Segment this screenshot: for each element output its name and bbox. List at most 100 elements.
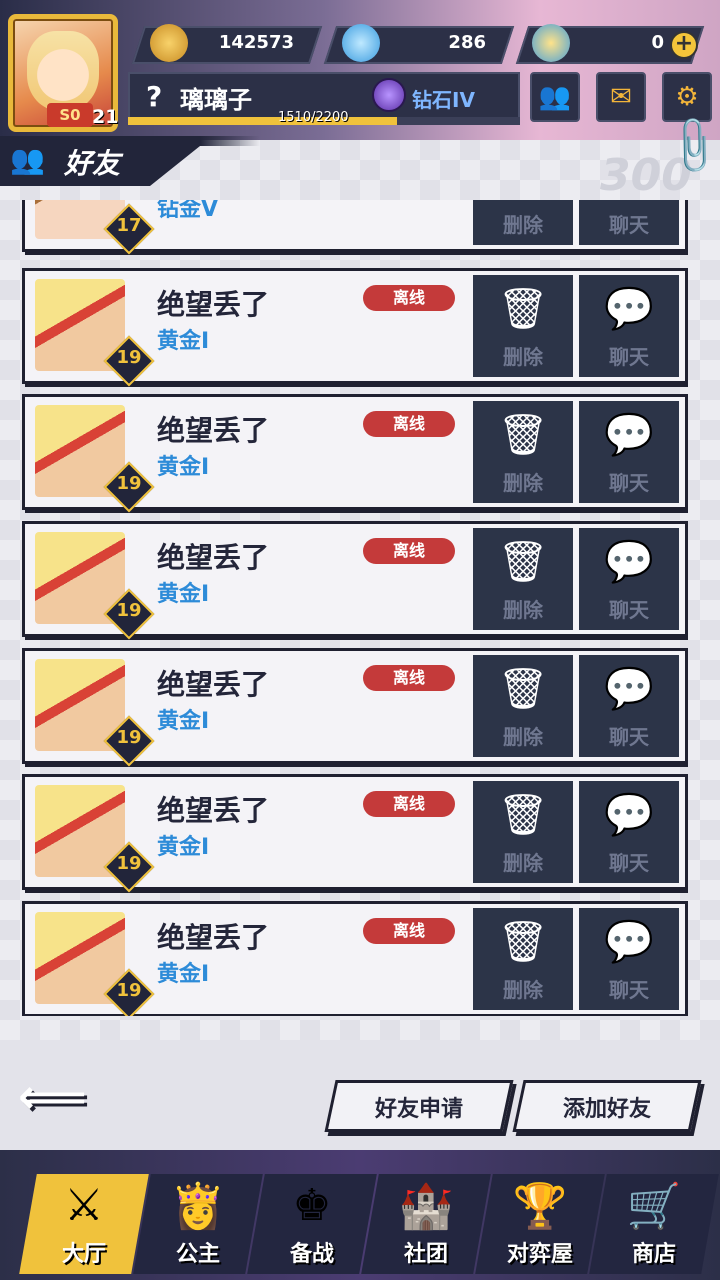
delete-friend-button[interactable]: 🗑删除 xyxy=(473,200,573,245)
friend-card[interactable]: 19 绝望丢了黄金I 离线 🗑 删除 💬 聊天 xyxy=(22,394,688,513)
chat-icon: 💬 xyxy=(604,286,654,332)
delete-label: 删除 xyxy=(503,978,543,1002)
friend-level: 19 xyxy=(116,473,142,494)
chat-button[interactable]: 💬聊天 xyxy=(579,401,679,503)
chat-label: 聊天 xyxy=(609,213,649,237)
friend-card[interactable]: 19 绝望丢了 黄金I 离线 🗑 删除 💬 聊天 xyxy=(22,774,688,893)
chat-label: 聊天 xyxy=(609,598,649,622)
chat-button[interactable]: 💬 聊天 xyxy=(579,781,679,883)
friend-rank: 黄金I xyxy=(157,962,210,987)
special-value: 0 xyxy=(651,32,664,53)
trash-icon: 🗑 xyxy=(497,286,549,332)
friend-level: 19 xyxy=(116,600,142,621)
chess-icon: ♚ xyxy=(292,1180,332,1231)
delete-label: 删除 xyxy=(503,851,543,875)
chat-label: 聊天 xyxy=(609,725,649,749)
friend-rank: 黄金I xyxy=(157,835,210,860)
delete-label: 删除 xyxy=(503,725,543,749)
mail-button[interactable]: ✉ xyxy=(596,72,646,122)
friend-card[interactable]: 19 绝望丢了黄金I 离线 🗑 删除 💬 聊天 xyxy=(22,648,688,767)
friend-list[interactable]: 17钻金V🗑删除💬聊天19绝望丢了黄金I离线🗑删除💬聊天19绝望丢了黄金I离线🗑… xyxy=(22,200,688,1016)
delete-label: 删除 xyxy=(503,213,543,237)
lobby-icon: ⚔ xyxy=(64,1180,104,1231)
friend-name: 绝望丢了 xyxy=(157,414,270,447)
help-icon[interactable]: ? xyxy=(146,80,162,113)
friend-name: 绝望丢了 xyxy=(157,288,270,321)
delete-label: 删除 xyxy=(503,471,543,495)
add-friend-label: 添加好友 xyxy=(562,1097,651,1122)
shop-icon: 🛒 xyxy=(626,1181,682,1232)
friends-section-icon: 👥 xyxy=(10,143,45,176)
trash-icon: 🗑 xyxy=(497,919,549,965)
status-badge: 离线 xyxy=(363,791,455,817)
chat-icon: 💬 xyxy=(604,792,654,838)
chat-label: 聊天 xyxy=(609,345,649,369)
friend-level: 19 xyxy=(116,727,142,748)
chat-button[interactable]: 💬 聊天 xyxy=(579,528,679,630)
friends-button[interactable]: 👥 xyxy=(530,72,580,122)
arena-icon: 🏆 xyxy=(512,1181,568,1232)
status-badge: 离线 xyxy=(363,538,455,564)
chat-button[interactable]: 💬 聊天 xyxy=(579,275,679,377)
delete-friend-button[interactable]: 🗑 删除 xyxy=(473,401,573,503)
nav-label: 备战 xyxy=(289,1242,334,1267)
delete-friend-button[interactable]: 🗑 删除 xyxy=(473,781,573,883)
friend-card[interactable]: 19 绝望丢了黄金I 离线 🗑 删除 💬 聊天 xyxy=(22,521,688,640)
friend-name: 绝望丢了 xyxy=(157,668,270,701)
special-coin-icon xyxy=(532,24,570,62)
chat-button[interactable]: 💬聊天 xyxy=(579,908,679,1010)
friend-card[interactable]: 17 钻金V 🗑删除💬聊天 xyxy=(22,200,688,255)
friend-name: 绝望丢了 xyxy=(157,794,270,827)
mail-icon: ✉ xyxy=(610,82,632,112)
chat-label: 聊天 xyxy=(609,471,649,495)
diamond-value: 286 xyxy=(448,32,486,53)
princess-icon: 👸 xyxy=(170,1181,226,1232)
avatar-portrait xyxy=(27,31,99,111)
delete-friend-button[interactable]: 🗑 删除 xyxy=(473,528,573,630)
friend-rank: 黄金I xyxy=(157,582,210,607)
friend-level: 19 xyxy=(116,347,142,368)
chat-label: 聊天 xyxy=(609,851,649,875)
chat-button[interactable]: 💬聊天 xyxy=(579,200,679,245)
gold-coin-icon xyxy=(150,24,188,62)
chat-icon: 💬 xyxy=(604,666,654,712)
page-title: 好友 xyxy=(64,147,121,180)
avatar-season-badge: S0 xyxy=(47,103,93,127)
delete-friend-button[interactable]: 🗑删除 xyxy=(473,275,573,377)
friend-name: 绝望丢了 xyxy=(157,541,270,574)
trash-icon: 🗑 xyxy=(497,792,549,838)
status-badge: 离线 xyxy=(363,411,455,437)
nav-label: 商店 xyxy=(631,1242,676,1267)
chat-icon: 💬 xyxy=(604,919,654,965)
xp-text: 1510/2200 xyxy=(278,110,349,125)
status-badge: 离线 xyxy=(363,285,455,311)
back-button[interactable]: ⟸ xyxy=(18,1070,138,1124)
delete-friend-button[interactable]: 🗑 删除 xyxy=(473,908,573,1010)
nav-label: 对弈屋 xyxy=(506,1242,573,1267)
friends-icon: 👥 xyxy=(538,82,572,112)
chat-icon: 💬 xyxy=(604,539,654,585)
friend-card[interactable]: 19 绝望丢了 黄金I 离线 🗑 删除 💬 聊天 xyxy=(22,901,688,1016)
diamond-icon xyxy=(342,24,380,62)
friend-rank: 黄金I xyxy=(157,329,210,354)
trash-icon: 🗑 xyxy=(497,412,549,458)
friend-rank: 钻金V xyxy=(157,200,219,222)
status-badge: 离线 xyxy=(363,665,455,691)
add-currency-button[interactable]: + xyxy=(670,31,698,59)
friend-level: 19 xyxy=(116,980,142,1001)
rank-icon xyxy=(372,78,406,112)
friend-name: 绝望丢了 xyxy=(157,921,270,954)
chat-button[interactable]: 💬 聊天 xyxy=(579,655,679,757)
nav-label: 社团 xyxy=(403,1242,448,1267)
player-name: 璃璃子 xyxy=(180,86,252,114)
delete-label: 删除 xyxy=(503,598,543,622)
trash-icon: 🗑 xyxy=(497,539,549,585)
xp-bar-fill xyxy=(128,117,397,125)
friend-rank: 黄金I xyxy=(157,709,210,734)
delete-friend-button[interactable]: 🗑 删除 xyxy=(473,655,573,757)
trash-icon: 🗑 xyxy=(497,666,549,712)
nav-label: 公主 xyxy=(175,1242,220,1267)
friend-card[interactable]: 19 绝望丢了黄金I 离线 🗑 删除 💬 聊天 xyxy=(22,268,688,387)
friend-rank: 黄金I xyxy=(157,455,210,480)
friend-requests-label: 好友申请 xyxy=(374,1097,463,1122)
